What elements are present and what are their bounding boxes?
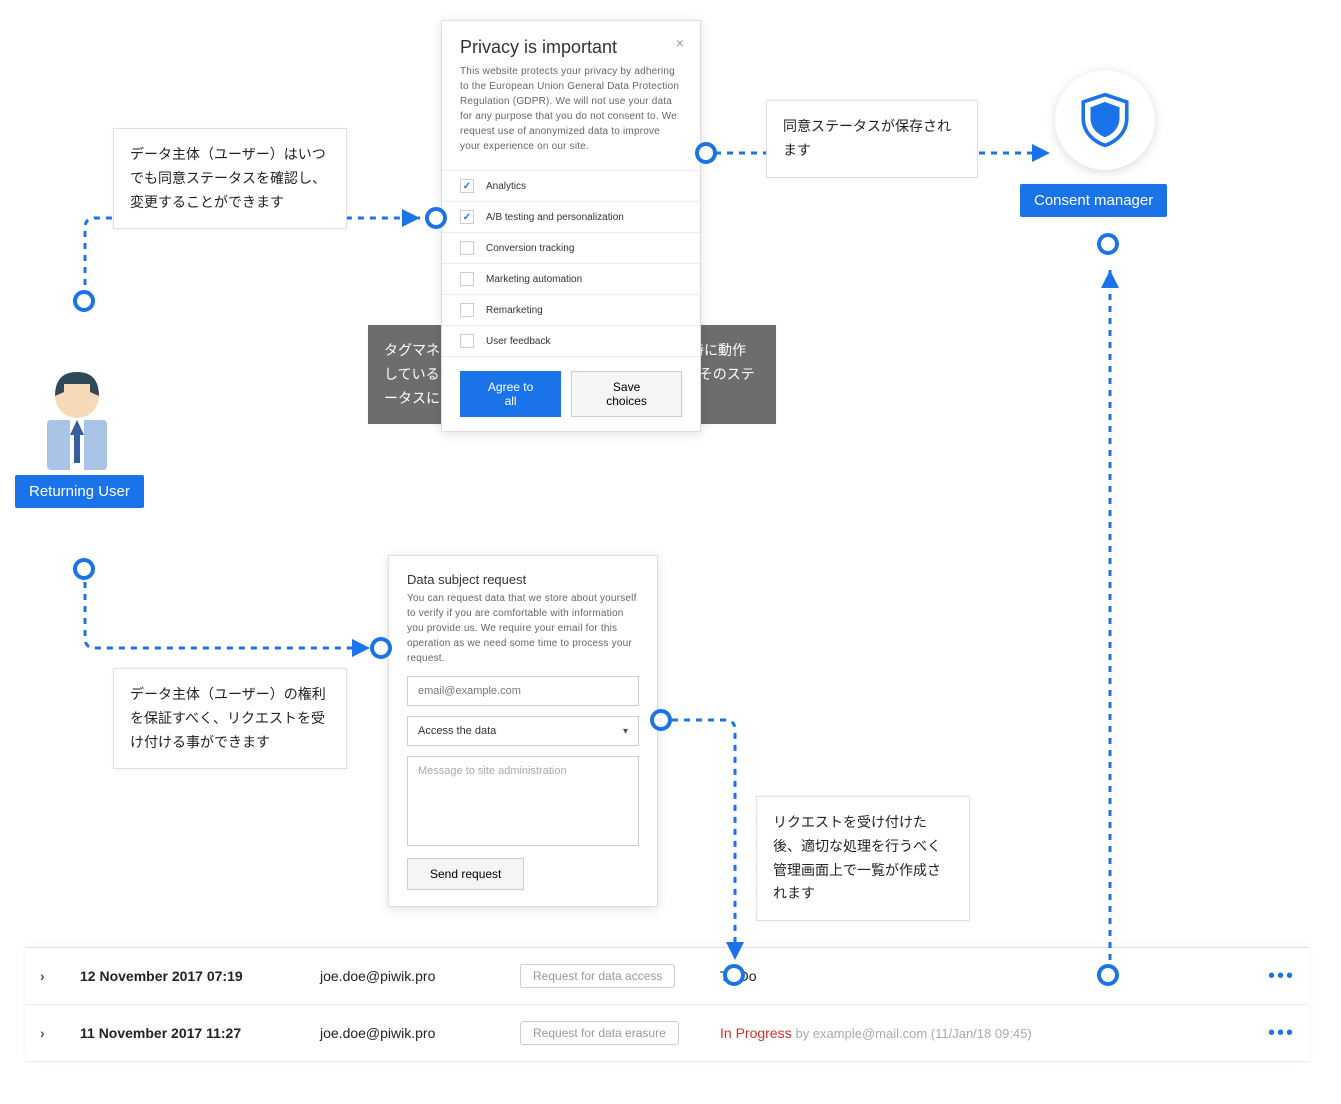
checkbox[interactable] bbox=[460, 179, 474, 193]
more-icon[interactable]: ••• bbox=[1255, 1022, 1295, 1045]
option-label: User feedback bbox=[486, 336, 550, 347]
consent-option[interactable]: Analytics bbox=[442, 170, 700, 201]
privacy-desc: This website protects your privacy by ad… bbox=[460, 64, 682, 154]
flow-node bbox=[695, 142, 717, 164]
callout-status-saved: 同意ステータスが保存されます bbox=[766, 100, 978, 178]
flow-node bbox=[1097, 964, 1119, 986]
returning-user-avatar bbox=[32, 360, 122, 475]
dsr-desc: You can request data that we store about… bbox=[407, 591, 639, 666]
privacy-title: Privacy is important bbox=[460, 37, 682, 58]
email-field[interactable]: email@example.com bbox=[407, 676, 639, 706]
flow-node bbox=[370, 637, 392, 659]
consent-option[interactable]: A/B testing and personalization bbox=[442, 201, 700, 232]
request-table: › 12 November 2017 07:19 joe.doe@piwik.pro… bbox=[26, 947, 1309, 1062]
request-type-tag: Request for data erasure bbox=[520, 1021, 679, 1045]
request-date: 12 November 2017 07:19 bbox=[80, 968, 310, 984]
callout-check-change: データ主体（ユーザー）はいつでも同意ステータスを確認し、変更することができます bbox=[113, 128, 347, 229]
consent-option[interactable]: Marketing automation bbox=[442, 263, 700, 294]
privacy-card: × Privacy is important This website prot… bbox=[441, 20, 701, 432]
option-label: A/B testing and personalization bbox=[486, 212, 624, 223]
consent-option[interactable]: Conversion tracking bbox=[442, 232, 700, 263]
request-status: To Do bbox=[720, 968, 1245, 984]
dsr-card: Data subject request You can request dat… bbox=[388, 555, 658, 907]
option-label: Conversion tracking bbox=[486, 243, 574, 254]
chevron-down-icon: ▾ bbox=[623, 726, 628, 737]
agree-all-button[interactable]: Agree to all bbox=[460, 371, 561, 417]
returning-user-label: Returning User bbox=[15, 475, 144, 508]
save-choices-button[interactable]: Save choices bbox=[571, 371, 682, 417]
message-field[interactable]: Message to site administration bbox=[407, 756, 639, 846]
flow-node bbox=[1097, 233, 1119, 255]
consent-manager-avatar bbox=[1055, 70, 1155, 170]
flow-node bbox=[73, 290, 95, 312]
checkbox[interactable] bbox=[460, 303, 474, 317]
option-label: Marketing automation bbox=[486, 274, 582, 285]
flow-node bbox=[650, 709, 672, 731]
request-date: 11 November 2017 11:27 bbox=[80, 1025, 310, 1041]
request-email: joe.doe@piwik.pro bbox=[320, 968, 510, 984]
expand-chevron-icon[interactable]: › bbox=[40, 968, 70, 984]
flow-node bbox=[425, 207, 447, 229]
flow-node bbox=[723, 964, 745, 986]
expand-chevron-icon[interactable]: › bbox=[40, 1025, 70, 1041]
send-request-button[interactable]: Send request bbox=[407, 858, 524, 890]
callout-after-request: リクエストを受け付けた後、適切な処理を行うべく管理画面上で一覧が作成されます bbox=[756, 796, 970, 921]
close-icon[interactable]: × bbox=[676, 35, 684, 51]
more-icon[interactable]: ••• bbox=[1255, 965, 1295, 988]
dsr-title: Data subject request bbox=[407, 572, 639, 587]
callout-rights-request: データ主体（ユーザー）の権利を保証すべく、リクエストを受け付ける事ができます bbox=[113, 668, 347, 769]
request-email: joe.doe@piwik.pro bbox=[320, 1025, 510, 1041]
checkbox[interactable] bbox=[460, 272, 474, 286]
request-type-tag: Request for data access bbox=[520, 964, 675, 988]
flow-node bbox=[73, 558, 95, 580]
table-row[interactable]: › 11 November 2017 11:27 joe.doe@piwik.pro… bbox=[26, 1005, 1309, 1062]
consent-option[interactable]: User feedback bbox=[442, 325, 700, 356]
consent-manager-label: Consent manager bbox=[1020, 184, 1167, 217]
checkbox[interactable] bbox=[460, 210, 474, 224]
consent-option[interactable]: Remarketing bbox=[442, 294, 700, 325]
checkbox[interactable] bbox=[460, 241, 474, 255]
checkbox[interactable] bbox=[460, 334, 474, 348]
option-label: Remarketing bbox=[486, 305, 543, 316]
option-label: Analytics bbox=[486, 181, 526, 192]
request-type-select[interactable]: Access the data ▾ bbox=[407, 716, 639, 746]
select-value: Access the data bbox=[418, 725, 496, 737]
request-status: In Progress by example@mail.com (11/Jan/… bbox=[720, 1025, 1245, 1041]
